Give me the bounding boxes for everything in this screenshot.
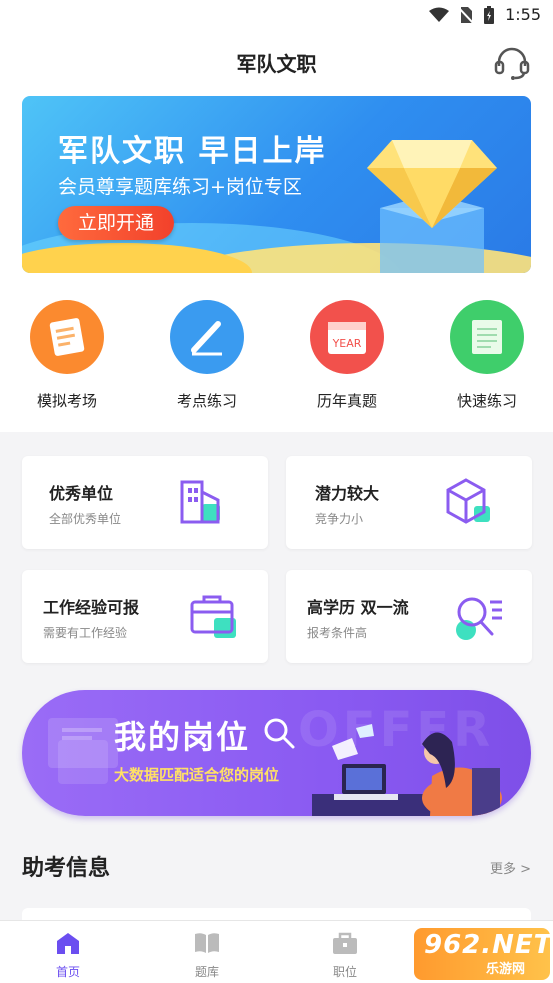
status-time: 1:55 bbox=[505, 5, 541, 24]
battery-icon bbox=[484, 5, 495, 24]
card-title: 优秀单位 bbox=[49, 484, 114, 503]
search-icon bbox=[264, 718, 295, 749]
tab-question-bank[interactable]: 题库 bbox=[167, 931, 247, 980]
card-work-experience[interactable]: 工作经验可报 需要有工作经验 bbox=[22, 570, 268, 663]
tab-label: 首页 bbox=[55, 965, 80, 979]
quick-action-label: 考点练习 bbox=[176, 392, 237, 410]
calendar-year-icon: YEAR bbox=[310, 300, 384, 374]
card-subtitle: 报考条件高 bbox=[307, 626, 368, 640]
more-link[interactable]: 更多 > bbox=[490, 858, 531, 877]
card-high-education[interactable]: 高学历 双一流 报考条件高 bbox=[286, 570, 532, 663]
mock-exam-icon bbox=[30, 300, 104, 374]
diamond-icon bbox=[367, 140, 497, 273]
quick-action-fast-practice[interactable]: 快速练习 bbox=[427, 300, 547, 411]
watermark-subtext: 乐游网 bbox=[486, 962, 526, 977]
app-header: 军队文职 bbox=[0, 30, 553, 92]
customer-service-icon[interactable] bbox=[493, 44, 531, 82]
status-bar: 1:55 bbox=[0, 0, 553, 30]
wifi-icon bbox=[429, 7, 450, 22]
briefcase-icon bbox=[333, 932, 357, 954]
book-icon bbox=[195, 933, 219, 953]
page-title: 军队文职 bbox=[236, 52, 317, 76]
quick-action-label: 历年真题 bbox=[316, 392, 377, 410]
card-subtitle: 需要有工作经验 bbox=[43, 626, 128, 640]
membership-banner[interactable]: 军队文职 早日上岸 会员尊享题库练习+岗位专区 立即开通 bbox=[22, 96, 531, 273]
scroll-icon bbox=[450, 300, 524, 374]
quick-action-past-papers[interactable]: YEAR 历年真题 bbox=[287, 300, 407, 411]
section-title: 助考信息 bbox=[22, 856, 111, 881]
home-icon bbox=[57, 933, 79, 954]
card-title: 工作经验可报 bbox=[43, 598, 140, 617]
my-positions-title: 我的岗位 bbox=[114, 718, 251, 756]
quick-action-mock-exam[interactable]: 模拟考场 bbox=[7, 300, 127, 411]
briefcase-icon bbox=[190, 595, 236, 638]
svg-text:YEAR: YEAR bbox=[332, 337, 362, 350]
search-list-icon bbox=[456, 597, 502, 640]
card-title: 高学历 双一流 bbox=[307, 598, 409, 617]
quick-action-key-points[interactable]: 考点练习 bbox=[147, 300, 267, 411]
tab-positions[interactable]: 职位 bbox=[305, 931, 385, 980]
watermark-text: 962.NET bbox=[424, 930, 553, 960]
my-positions-banner[interactable]: OFFER 我的岗位 大数据匹配适合您的岗位 bbox=[22, 690, 531, 816]
site-watermark-logo: 962.NET 乐游网 bbox=[414, 928, 553, 980]
quick-action-label: 快速练习 bbox=[456, 392, 517, 410]
tab-label: 职位 bbox=[332, 965, 357, 979]
tab-home[interactable]: 首页 bbox=[28, 931, 108, 980]
card-subtitle: 竞争力小 bbox=[315, 512, 364, 526]
card-excellent-units[interactable]: 优秀单位 全部优秀单位 bbox=[22, 456, 268, 549]
quick-action-label: 模拟考场 bbox=[36, 392, 97, 410]
person-laptop-illustration bbox=[312, 724, 502, 816]
card-subtitle: 全部优秀单位 bbox=[49, 512, 122, 526]
building-icon bbox=[180, 480, 220, 524]
card-high-potential[interactable]: 潜力较大 竞争力小 bbox=[286, 456, 532, 549]
tab-label: 题库 bbox=[194, 965, 219, 979]
pencil-icon bbox=[170, 300, 244, 374]
my-positions-subtitle: 大数据匹配适合您的岗位 bbox=[114, 766, 280, 784]
banner-subtitle: 会员尊享题库练习+岗位专区 bbox=[58, 176, 302, 198]
banner-title: 军队文职 早日上岸 bbox=[58, 134, 327, 169]
card-title: 潜力较大 bbox=[315, 484, 380, 503]
cube-icon bbox=[446, 478, 490, 524]
no-sim-icon bbox=[459, 6, 474, 24]
activate-button[interactable]: 立即开通 bbox=[58, 206, 174, 240]
quick-actions: 模拟考场 考点练习 YEAR 历年真题 快速练习 bbox=[0, 300, 553, 420]
